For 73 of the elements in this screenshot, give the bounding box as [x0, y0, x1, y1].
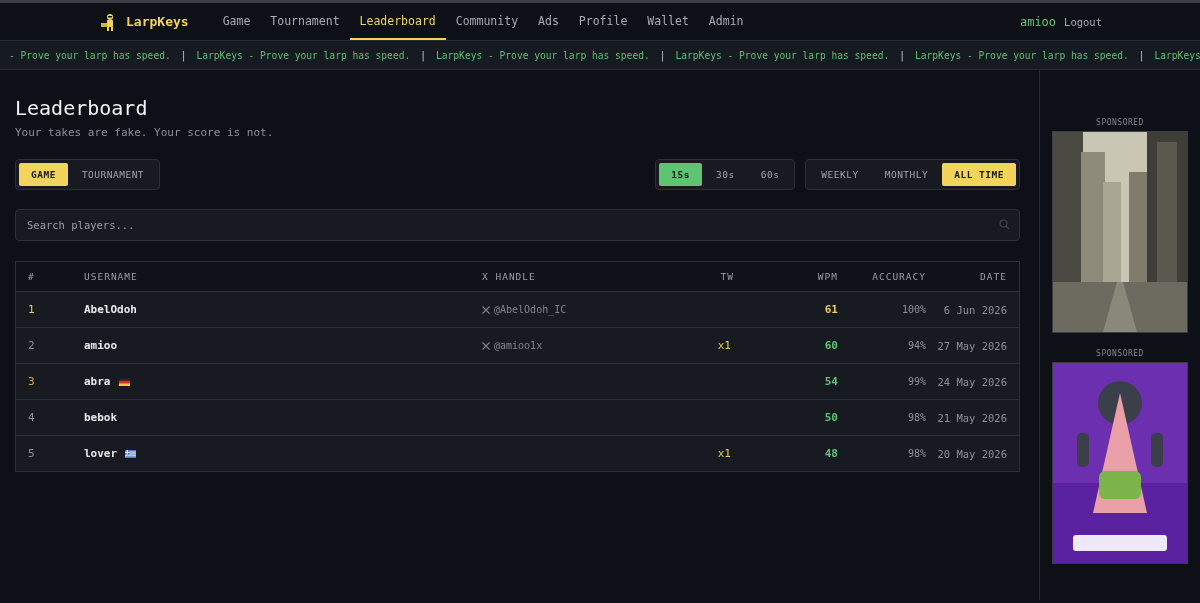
date-cell-text: 24 May 2026 [936, 375, 1007, 388]
x-logo-icon [482, 305, 490, 314]
nav-tab[interactable]: Admin [698, 3, 754, 40]
wpm-cell-text: 50 [823, 411, 838, 424]
nav-tab[interactable]: Game [212, 3, 261, 40]
ticker-text: LarpKeys [1154, 49, 1200, 61]
nav-tab[interactable]: Wallet [637, 3, 699, 40]
username-label[interactable]: amioo [1019, 14, 1057, 29]
page-subtitle: Your takes are fake. Your score is not. [15, 126, 275, 139]
rank-cell-text: 2 [27, 339, 36, 352]
ticker-separator: | [659, 49, 666, 61]
username-cell: AbelOdoh [84, 303, 137, 316]
sponsored-label: SPONSORED [1096, 349, 1144, 358]
wpm-cell-text: 48 [823, 447, 838, 460]
page-title: Leaderboard [15, 96, 149, 120]
ticker-separator: | [180, 49, 187, 61]
column-header: X HANDLE [482, 271, 537, 282]
filter-tab[interactable]: WEEKLY [809, 163, 871, 186]
username-cell: bebok [84, 411, 118, 424]
logout-button[interactable]: Logout [1064, 15, 1102, 28]
filter-tab[interactable]: 15s [659, 163, 702, 186]
nav-tab[interactable]: Profile [568, 3, 638, 40]
rank-cell-text: 1 [27, 303, 36, 316]
ticker-text: LarpKeys - Prove your larp has speed. [196, 49, 411, 61]
handle-link[interactable]: @AbelOdoh_IC [494, 304, 567, 315]
username-cell: amioo [84, 339, 118, 352]
tw-count: x1 [716, 447, 732, 460]
rank-cell-text: 4 [27, 411, 36, 424]
filter-tab[interactable]: TOURNAMENT [69, 163, 157, 186]
username-cell: lover [84, 447, 118, 460]
filter-tab[interactable]: MONTHLY [872, 163, 941, 186]
rank-cell-text: 3 [27, 375, 36, 388]
ticker-text: LarpKeys - Prove your larp has speed. [915, 49, 1129, 61]
date-cell-text: 20 May 2026 [936, 447, 1007, 460]
filter-tab[interactable]: GAME [19, 163, 68, 186]
column-header: ACCURACY [871, 271, 926, 282]
handle-link[interactable]: @amioo1x [494, 340, 543, 351]
ticker-separator: | [1138, 49, 1145, 61]
accuracy-cell-text: 94% [906, 340, 926, 351]
accuracy-cell-text: 98% [906, 412, 926, 423]
date-cell-text: 27 May 2026 [936, 339, 1007, 352]
nav-tab[interactable]: Community [445, 3, 529, 40]
date-cell-text: 6 Jun 2026 [942, 303, 1007, 316]
ticker-separator: | [420, 49, 426, 61]
wpm-cell-text: 60 [823, 339, 838, 352]
wpm-cell-text: 54 [823, 375, 838, 388]
filter-tab[interactable]: 30s [704, 163, 747, 186]
column-header: # [27, 271, 36, 282]
ticker-separator: | [899, 49, 905, 61]
date-cell-text: 21 May 2026 [936, 411, 1007, 424]
filter-tab[interactable]: 60s [748, 163, 792, 186]
column-header: USERNAME [84, 271, 139, 282]
accuracy-cell-text: 98% [906, 448, 926, 459]
column-header: TW [719, 271, 734, 282]
ticker-text: LarpKeys - Prove your larp has speed. [675, 49, 890, 61]
ticker-text: LarpKeys - Prove your larp has speed. [436, 49, 650, 61]
brand-name[interactable]: LarpKeys [126, 14, 189, 29]
ticker-text: - Prove your larp has speed. [9, 49, 171, 61]
search-icon [999, 219, 1010, 230]
username-cell: abra [84, 375, 111, 388]
column-header: DATE [979, 271, 1007, 282]
accuracy-cell-text: 100% [900, 304, 926, 315]
nav-tab[interactable]: Ads [528, 3, 569, 40]
x-logo-icon [482, 341, 490, 350]
sponsored-label: SPONSORED [1096, 118, 1144, 127]
accuracy-cell-text: 99% [906, 376, 926, 387]
tw-count: x1 [716, 339, 732, 352]
filter-tab[interactable]: ALL TIME [942, 163, 1016, 186]
rank-cell-text: 5 [27, 447, 36, 460]
wpm-cell-text: 61 [823, 303, 838, 316]
nav-tab[interactable]: Tournament [260, 3, 350, 40]
search-field[interactable]: Search players... [15, 209, 1020, 241]
column-header: WPM [816, 271, 838, 282]
